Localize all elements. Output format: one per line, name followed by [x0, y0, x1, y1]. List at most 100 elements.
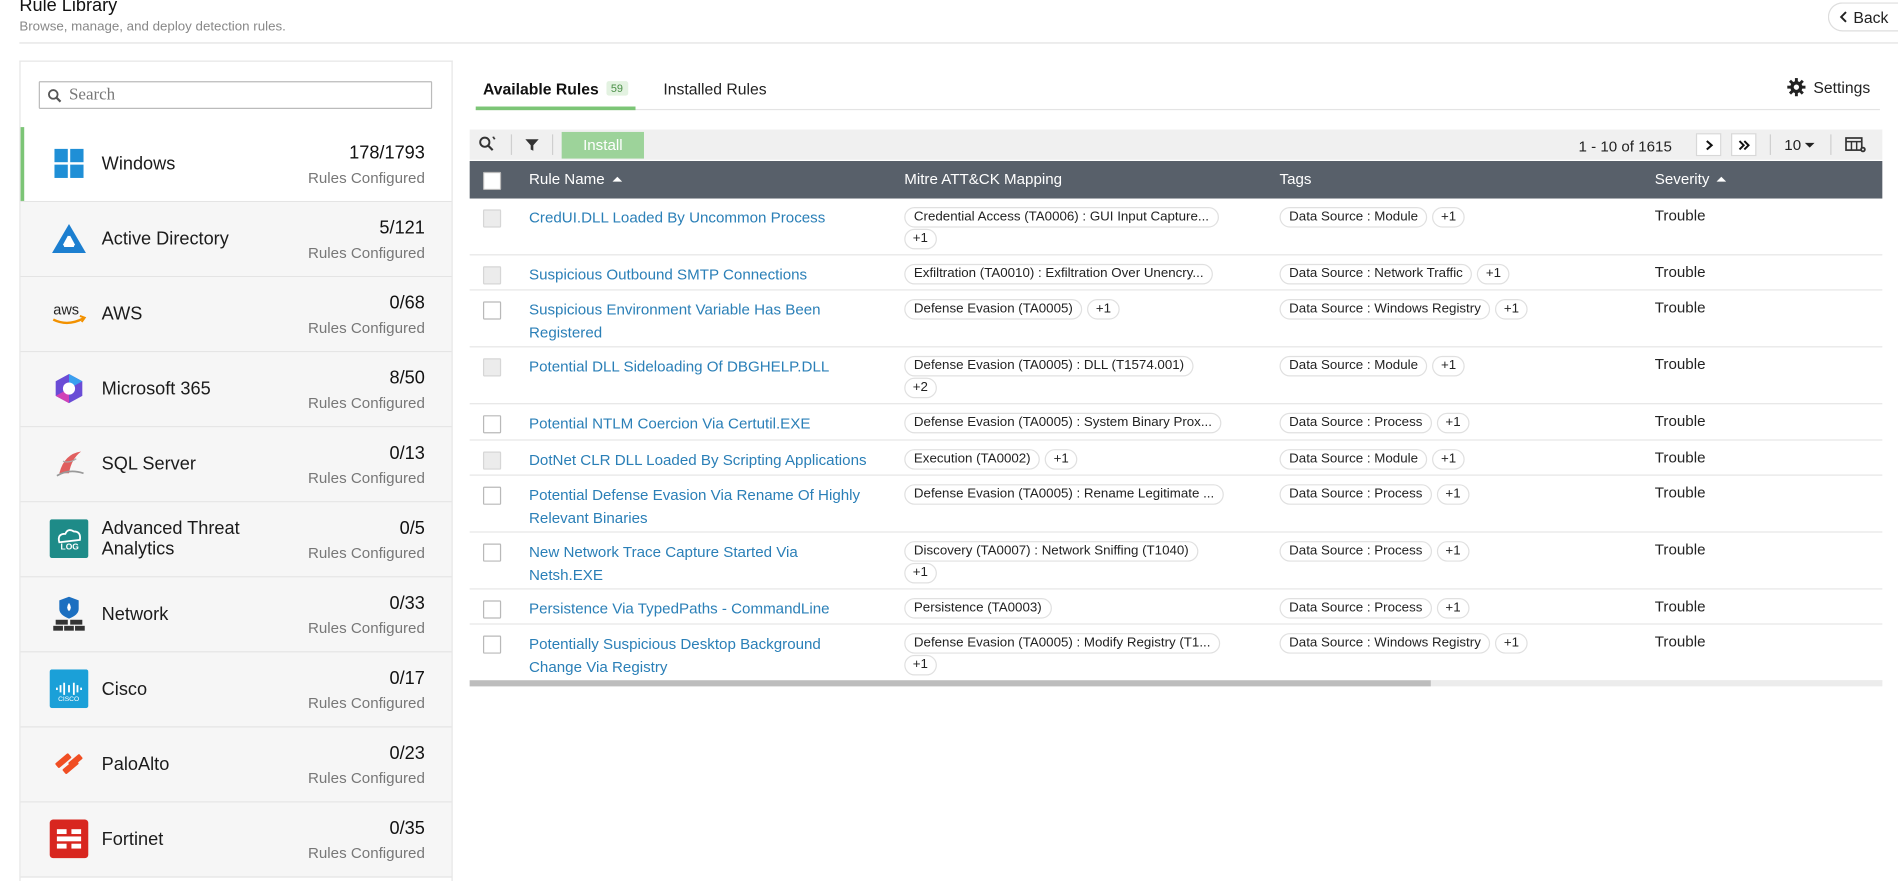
- table-row[interactable]: Potential DLL Sideloading Of DBGHELP.DLL…: [469, 347, 1883, 405]
- scrollbar-thumb[interactable]: [469, 680, 1431, 687]
- horizontal-scrollbar[interactable]: [469, 680, 1883, 687]
- rules-configured-label: Rules Configured: [307, 844, 425, 862]
- mitre-mapping-cell: Discovery (TA0007) : Network Sniffing (T…: [904, 541, 1267, 585]
- row-checkbox[interactable]: [482, 635, 502, 654]
- tag-more-badge[interactable]: +1: [1432, 206, 1465, 228]
- tag-more-badge[interactable]: +1: [1477, 263, 1510, 285]
- toolbar-divider: [1769, 134, 1771, 155]
- sidebar-item-network[interactable]: Network 0/33 Rules Configured: [20, 577, 452, 653]
- column-settings-icon[interactable]: [1845, 136, 1867, 154]
- rule-name-link[interactable]: CredUI.DLL Loaded By Uncommon Process: [529, 207, 880, 229]
- row-checkbox[interactable]: [482, 301, 502, 320]
- mitre-more-badge[interactable]: +1: [904, 228, 937, 250]
- col-severity[interactable]: Severity: [1655, 171, 1727, 188]
- rules-count: 0/13: [389, 443, 425, 464]
- severity-value: Trouble: [1654, 355, 1706, 373]
- mitre-tag: Defense Evasion (TA0005) : DLL (T1574.00…: [904, 355, 1194, 377]
- tag-more-badge[interactable]: +1: [1432, 449, 1465, 470]
- tag-more-badge[interactable]: +1: [1432, 355, 1465, 377]
- settings-button[interactable]: Settings: [1787, 77, 1870, 97]
- table-row[interactable]: Suspicious Environment Variable Has Been…: [469, 291, 1883, 348]
- sidebar-item-label: Cisco: [101, 679, 148, 700]
- tag-pill: Data Source : Windows Registry: [1279, 633, 1491, 654]
- table-row[interactable]: New Network Trace Capture Started Via Net…: [469, 533, 1883, 590]
- fortinet-icon: [49, 819, 89, 859]
- sidebar-item-label: SQL Server: [101, 453, 196, 475]
- col-mitre[interactable]: Mitre ATT&CK Mapping: [904, 171, 1062, 188]
- rule-name-link[interactable]: Suspicious Environment Variable Has Been…: [529, 299, 880, 344]
- row-checkbox[interactable]: [482, 600, 502, 619]
- tag-more-badge[interactable]: +1: [1436, 412, 1470, 434]
- rule-name-link[interactable]: Suspicious Outbound SMTP Connections: [529, 264, 880, 286]
- filter-icon[interactable]: [523, 136, 541, 154]
- tag-more-badge[interactable]: +1: [1436, 484, 1470, 505]
- sidebar-item-fortinet[interactable]: Fortinet 0/35 Rules Configured: [20, 802, 452, 878]
- tab-available-rules[interactable]: Available Rules 59: [475, 70, 636, 111]
- severity-value: Trouble: [1654, 298, 1706, 316]
- table-row[interactable]: Potential Defense Evasion Via Rename Of …: [469, 476, 1883, 533]
- last-page-button[interactable]: [1731, 133, 1757, 157]
- rule-name-link[interactable]: DotNet CLR DLL Loaded By Scripting Appli…: [529, 449, 880, 471]
- per-page-select[interactable]: 10: [1784, 137, 1815, 154]
- row-checkbox[interactable]: [482, 486, 502, 505]
- mitre-mapping-cell: Defense Evasion (TA0005) : System Binary…: [904, 412, 1267, 435]
- mitre-mapping-cell: Defense Evasion (TA0005) : DLL (T1574.00…: [904, 355, 1267, 400]
- mitre-tag: Defense Evasion (TA0005): [904, 298, 1083, 320]
- tag-more-badge[interactable]: +1: [1495, 298, 1528, 320]
- table-row[interactable]: DotNet CLR DLL Loaded By Scripting Appli…: [469, 441, 1883, 476]
- sidebar-item-microsoft-365[interactable]: Microsoft 365 8/50 Rules Configured: [20, 352, 452, 428]
- ata-log-icon: LOG: [49, 519, 89, 559]
- search-input[interactable]: [68, 85, 408, 105]
- sidebar-item-paloalto[interactable]: PaloAlto 0/23 Rules Configured: [20, 727, 452, 803]
- search-settings-icon[interactable]: [478, 136, 496, 154]
- rule-name-link[interactable]: Potential NTLM Coercion Via Certutil.EXE: [529, 413, 880, 435]
- severity-value: Trouble: [1654, 206, 1706, 224]
- back-button[interactable]: Back: [1827, 2, 1898, 32]
- rule-name-link[interactable]: Potential DLL Sideloading Of DBGHELP.DLL: [529, 356, 880, 378]
- rule-name-link[interactable]: Potential Defense Evasion Via Rename Of …: [529, 484, 880, 529]
- install-button[interactable]: Install: [561, 131, 644, 159]
- sidebar-item-aws[interactable]: aws AWS 0/68 Rules Configured: [20, 277, 452, 353]
- tag-more-badge[interactable]: +1: [1436, 597, 1470, 619]
- mitre-more-badge[interactable]: +2: [904, 377, 937, 399]
- row-checkbox: [482, 358, 502, 377]
- rule-name-link[interactable]: Potentially Suspicious Desktop Backgroun…: [529, 633, 880, 678]
- row-checkbox[interactable]: [482, 543, 502, 562]
- mitre-more-badge[interactable]: +1: [1087, 298, 1120, 320]
- table-row[interactable]: Potential NTLM Coercion Via Certutil.EXE…: [469, 404, 1883, 441]
- col-rule-name[interactable]: Rule Name: [529, 171, 622, 188]
- sidebar-item-advanced-threat-analytics[interactable]: LOG Advanced Threat Analytics 0/5 Rules Con…: [20, 502, 452, 578]
- row-checkbox[interactable]: [482, 415, 502, 434]
- mitre-more-badge[interactable]: +1: [904, 654, 937, 676]
- severity-value: Trouble: [1654, 449, 1706, 467]
- tab-installed-rules[interactable]: Installed Rules: [663, 70, 766, 108]
- tag-pill: Data Source : Process: [1279, 597, 1433, 619]
- sidebar-item-windows[interactable]: Windows 178/1793 Rules Configured: [20, 127, 452, 203]
- sidebar-item-label: Windows: [101, 153, 176, 175]
- search-icon: [47, 88, 62, 102]
- sidebar-item-cisco[interactable]: CISCO Cisco 0/17 Rules Configured: [20, 652, 452, 728]
- sidebar-item-sql-server[interactable]: SQL Server 0/13 Rules Configured: [20, 427, 452, 503]
- col-tags[interactable]: Tags: [1279, 171, 1311, 188]
- rules-count: 0/68: [389, 292, 425, 314]
- table-row[interactable]: Persistence Via TypedPaths - CommandLine…: [469, 590, 1883, 625]
- table-row[interactable]: Potentially Suspicious Desktop Backgroun…: [469, 625, 1883, 682]
- rules-count: 0/23: [389, 743, 425, 764]
- mitre-more-badge[interactable]: +1: [904, 562, 937, 584]
- rules-count: 5/121: [379, 217, 425, 239]
- table-row[interactable]: Suspicious Outbound SMTP Connections Exfi…: [469, 255, 1883, 291]
- rules-configured-label: Rules Configured: [307, 694, 425, 712]
- search-box[interactable]: [38, 81, 433, 109]
- tag-pill: Data Source : Process: [1279, 484, 1433, 505]
- sidebar-item-active-directory[interactable]: Active Directory 5/121 Rules Configured: [20, 202, 452, 278]
- next-page-button[interactable]: [1695, 133, 1722, 157]
- rule-name-link[interactable]: New Network Trace Capture Started Via Net…: [529, 541, 880, 586]
- rule-name-link[interactable]: Persistence Via TypedPaths - CommandLine: [529, 598, 880, 620]
- tag-more-badge[interactable]: +1: [1495, 633, 1528, 654]
- mitre-more-badge[interactable]: +1: [1045, 449, 1078, 470]
- select-all-checkbox[interactable]: [482, 171, 502, 191]
- tag-more-badge[interactable]: +1: [1436, 541, 1470, 562]
- rules-configured-label: Rules Configured: [307, 244, 425, 262]
- mitre-mapping-cell: Persistence (TA0003): [904, 597, 1267, 620]
- table-row[interactable]: CredUI.DLL Loaded By Uncommon Process Cre…: [469, 199, 1883, 256]
